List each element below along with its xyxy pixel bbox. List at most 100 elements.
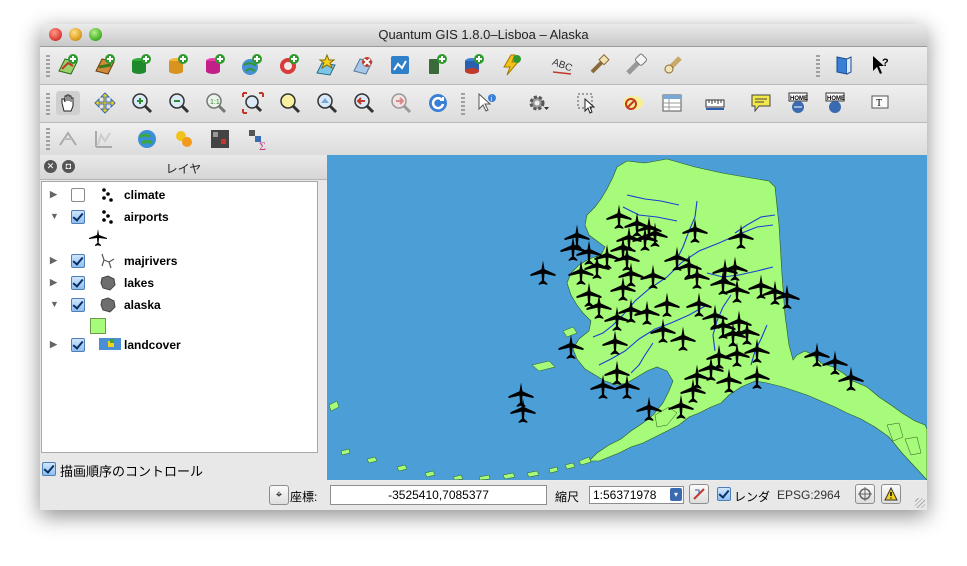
warning-icon[interactable] [881,484,901,504]
heatmap-icon[interactable] [172,127,196,151]
zoom-to-selection-icon[interactable] [278,91,302,115]
layers-panel: ✕ ◘ レイヤ ▶ climate ▼ airports ▶ majrivers… [40,155,327,510]
aleutian-island [328,400,340,412]
new-bookmark-icon[interactable]: HOME [786,91,810,115]
measure-icon[interactable] [704,91,728,115]
status-bar: ⌖ 座標: -3525410,7085377 縮尺 1:56371978 ▾ レ… [269,481,927,510]
zoom-in-icon[interactable] [130,91,154,115]
layer-row-airports[interactable]: ▼ airports [42,207,312,227]
map-drawing[interactable] [327,155,927,480]
add-postgis-layer-icon[interactable] [129,53,153,77]
layer-visibility-checkbox[interactable] [71,210,85,224]
layer-row-majrivers[interactable]: ▶ majrivers [42,251,312,271]
label-icon[interactable]: ABC [550,53,574,77]
zoom-out-icon[interactable] [167,91,191,115]
zoom-to-layer-icon[interactable] [315,91,339,115]
toolbar-grip[interactable] [461,93,465,115]
airport-symbol[interactable] [508,382,534,407]
help-book-icon[interactable] [832,53,856,77]
new-spatialite-layer-icon[interactable] [425,53,449,77]
add-wms-layer-icon[interactable] [240,53,264,77]
layer-name: lakes [124,276,155,290]
scale-value: 1:56371978 [593,488,657,502]
change-label-icon[interactable] [661,53,685,77]
identify-icon[interactable]: i [474,91,498,115]
chevron-down-icon[interactable]: ▾ [670,488,682,501]
toolbar-grip[interactable] [46,55,50,77]
text-annotation-icon[interactable]: T [869,91,893,115]
layer-visibility-checkbox[interactable] [71,298,85,312]
plugin-lightning-icon[interactable] [499,53,523,77]
scale-combobox[interactable]: 1:56371978 ▾ [589,486,684,504]
aleutian-island [478,474,491,480]
georeferencer-icon[interactable] [135,127,159,151]
add-mssql-layer-icon[interactable] [203,53,227,77]
add-wcs-layer-icon[interactable] [277,53,301,77]
deselect-icon[interactable] [621,91,645,115]
expand-arrow-icon[interactable]: ▶ [50,189,57,200]
layer-name: landcover [124,338,181,352]
remove-layer-icon[interactable] [351,53,375,77]
select-icon[interactable] [575,91,599,115]
pan-icon[interactable] [56,91,80,115]
toolbar-grip[interactable] [46,128,50,150]
actions-icon[interactable] [526,91,550,115]
zoom-actual-size-icon[interactable]: 1:1 [204,91,228,115]
aleutian-island [548,466,559,474]
zoom-last-icon[interactable] [352,91,376,115]
map-tips-icon[interactable] [749,91,773,115]
render-order-checkbox[interactable] [42,462,56,476]
profile-icon[interactable] [92,127,116,151]
raster-calculator-icon[interactable] [208,127,232,151]
move-label-icon[interactable] [624,53,648,77]
pin-label-icon[interactable] [587,53,611,77]
layer-row-climate[interactable]: ▶ climate [42,185,312,205]
pan-to-selection-icon[interactable] [93,91,117,115]
add-wfs-layer-icon[interactable] [314,53,338,77]
airport-symbol[interactable] [530,260,556,285]
add-spatialite-layer-icon[interactable] [166,53,190,77]
layer-row-landcover[interactable]: ▶ landcover [42,335,312,355]
render-checkbox[interactable] [717,487,731,501]
layer-visibility-checkbox[interactable] [71,254,85,268]
resize-grip[interactable] [915,498,925,508]
coordinate-label: 座標: [290,490,318,504]
layer-visibility-checkbox[interactable] [71,276,85,290]
aleutian-island [526,470,540,478]
layer-tree[interactable]: ▶ climate ▼ airports ▶ majrivers ▶ lakes… [41,181,318,453]
map-canvas[interactable] [327,155,927,480]
layer-visibility-checkbox[interactable] [71,188,85,202]
layer-visibility-checkbox[interactable] [71,338,85,352]
layer-row-lakes[interactable]: ▶ lakes [42,273,312,293]
refresh-icon[interactable] [426,91,450,115]
spatial-query-icon[interactable] [56,127,80,151]
airport-symbol[interactable] [564,224,590,249]
collapse-arrow-icon[interactable]: ▼ [50,211,59,221]
add-gps-layer-icon[interactable] [462,53,486,77]
coordinate-field[interactable]: -3525410,7085377 [330,485,547,505]
expand-arrow-icon[interactable]: ▶ [50,255,57,266]
layer-row-alaska[interactable]: ▼ alaska [42,295,312,315]
attribute-table-icon[interactable] [660,91,684,115]
airport-symbol[interactable] [510,398,536,423]
show-bookmarks-icon[interactable]: HOME [823,91,847,115]
crs-status[interactable]: EPSG:2964 [777,488,840,502]
new-shapefile-icon[interactable] [388,53,412,77]
zonal-statistics-icon[interactable]: Σ [246,127,270,151]
zoom-next-icon[interactable] [389,91,413,115]
toolbar-grip[interactable] [46,93,50,115]
expand-arrow-icon[interactable]: ▶ [50,339,57,350]
toggle-coordinate-display-icon[interactable]: ⌖ [269,485,289,505]
expand-arrow-icon[interactable]: ▶ [50,277,57,288]
scale-label: 縮尺 [555,490,580,504]
whats-this-icon[interactable]: ? [869,53,893,77]
add-vector-layer-icon[interactable] [56,53,80,77]
collapse-arrow-icon[interactable]: ▼ [50,299,59,309]
stop-render-icon[interactable] [689,484,709,504]
layers-panel-header: ✕ ◘ レイヤ [40,155,327,180]
add-raster-layer-icon[interactable] [93,53,117,77]
projection-icon[interactable] [855,484,875,504]
toolbar-grip[interactable] [816,55,820,77]
zoom-full-icon[interactable] [241,91,265,115]
aleutian-island [452,474,464,480]
